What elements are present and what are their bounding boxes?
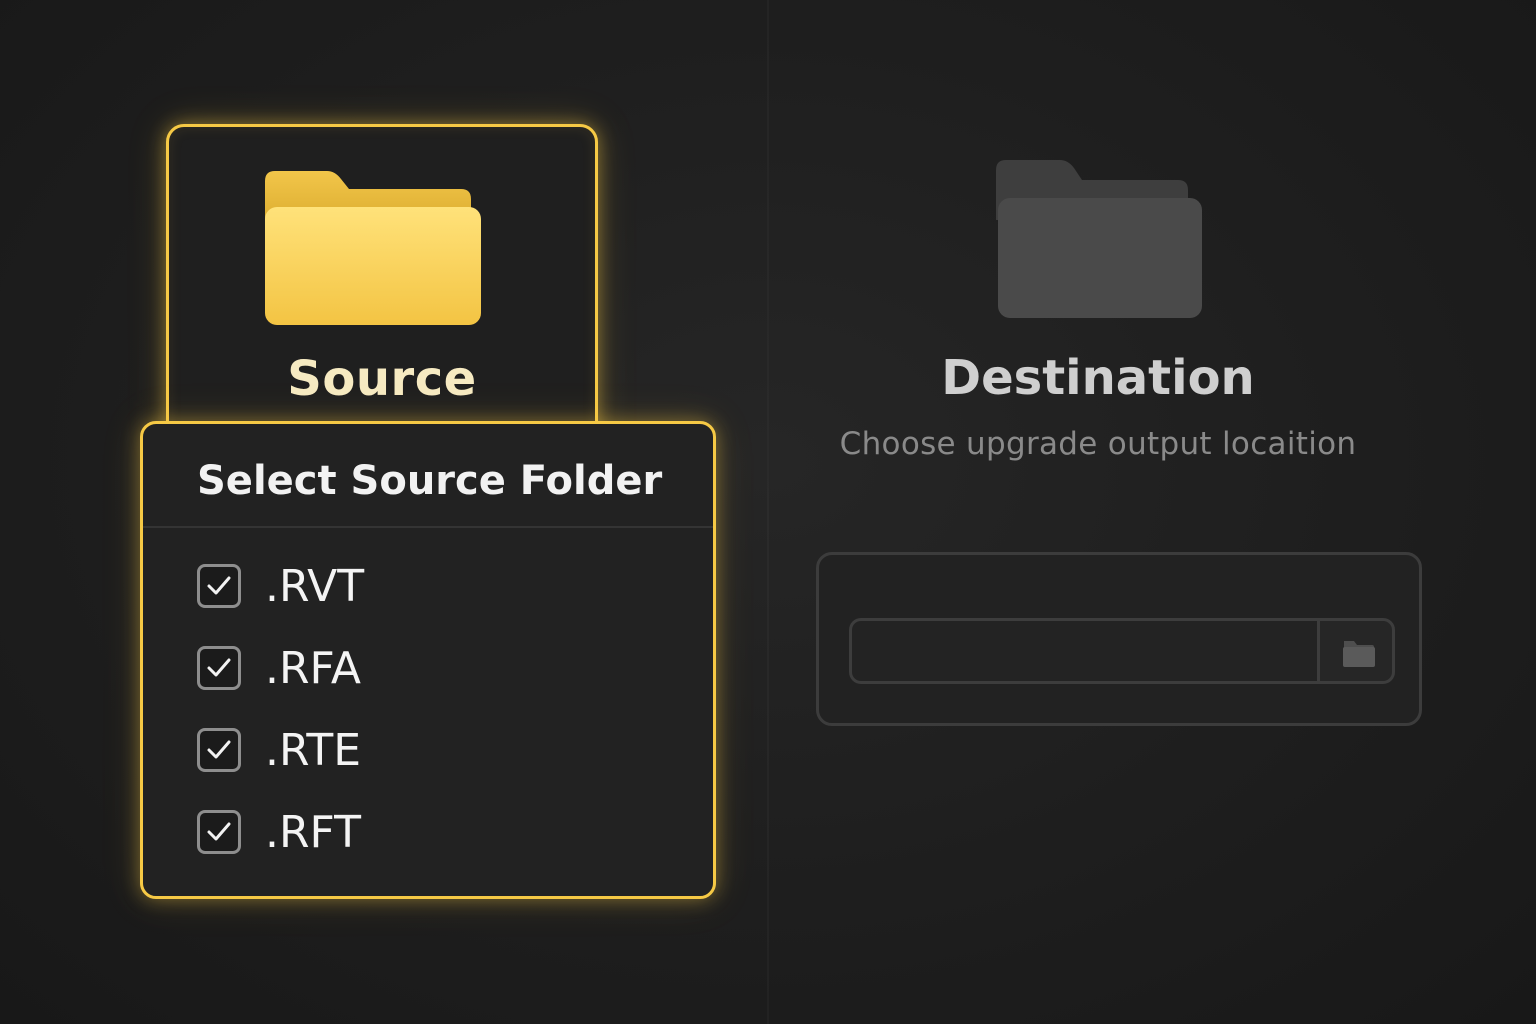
destination-title: Destination bbox=[941, 350, 1255, 406]
source-folder-dropdown: Select Source Folder .RVT .RFA .RTE .RFT bbox=[140, 421, 716, 899]
checkmark-icon bbox=[207, 576, 231, 595]
dropdown-title: Select Source Folder bbox=[197, 458, 663, 504]
source-title: Source bbox=[287, 351, 477, 407]
option-label: .RFA bbox=[265, 643, 361, 694]
destination-subtitle: Choose upgrade output locaition bbox=[839, 426, 1357, 462]
rft-checkbox[interactable] bbox=[197, 810, 241, 854]
checkmark-icon bbox=[207, 822, 231, 841]
option-rte[interactable]: .RTE bbox=[197, 725, 637, 778]
destination-path-panel bbox=[816, 552, 1422, 726]
option-label: .RFT bbox=[265, 807, 361, 858]
option-rvt[interactable]: .RVT bbox=[197, 561, 637, 614]
rvt-checkbox[interactable] bbox=[197, 564, 241, 608]
folder-icon bbox=[265, 171, 481, 325]
checkmark-icon bbox=[207, 740, 231, 759]
rte-checkbox[interactable] bbox=[197, 728, 241, 772]
browse-button[interactable] bbox=[1317, 618, 1395, 684]
panel-divider bbox=[767, 0, 769, 1024]
rfa-checkbox[interactable] bbox=[197, 646, 241, 690]
option-rfa[interactable]: .RFA bbox=[197, 643, 637, 696]
option-label: .RTE bbox=[265, 725, 362, 776]
dropdown-header: Select Source Folder bbox=[143, 424, 713, 528]
option-label: .RVT bbox=[265, 561, 365, 612]
folder-icon bbox=[1343, 641, 1375, 667]
option-rft[interactable]: .RFT bbox=[197, 807, 637, 860]
destination-path-input[interactable] bbox=[849, 618, 1317, 684]
app-window: Source Select Source Folder .RVT .RFA .R… bbox=[0, 0, 1536, 1024]
checkmark-icon bbox=[207, 658, 231, 677]
destination-folder-icon[interactable] bbox=[996, 160, 1202, 318]
source-card[interactable]: Source bbox=[166, 124, 598, 454]
